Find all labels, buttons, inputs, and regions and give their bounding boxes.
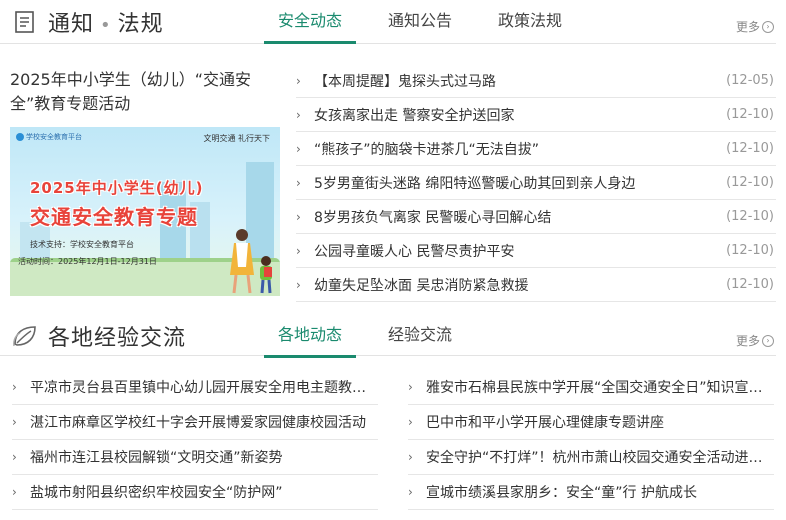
chevron-right-icon: › bbox=[12, 485, 17, 499]
document-icon bbox=[12, 9, 38, 35]
news-title: “熊孩子”的脑袋卡进茶几“无法自拔” bbox=[314, 141, 540, 158]
list-item[interactable]: › 幼童失足坠冰面 吴忠消防紧急救援 (12-10) bbox=[296, 268, 776, 302]
banner-headline-2: 交通安全教育专题 bbox=[30, 205, 198, 229]
chevron-right-icon: › bbox=[296, 243, 301, 258]
tab-experience-exchange[interactable]: 经验交流 bbox=[374, 324, 466, 358]
tab-policies[interactable]: 政策法规 bbox=[484, 10, 576, 44]
notice-title-wrap: 通知 • 法规 bbox=[12, 6, 164, 38]
feature-banner[interactable]: 学校安全教育平台 文明交通 礼行天下 2025年中小学生(幼儿) 交通安全教育专… bbox=[10, 127, 280, 296]
notice-title-b: 法规 bbox=[117, 12, 164, 37]
list-item[interactable]: › 8岁男孩负气离家 民警暖心寻回解心结 (12-10) bbox=[296, 200, 776, 234]
notice-title-a: 通知 bbox=[48, 12, 95, 37]
experience-title-text: 湛江市麻章区学校红十字会开展博爱家园健康校园活动 bbox=[30, 415, 366, 431]
chevron-right-icon: › bbox=[296, 141, 301, 156]
list-item[interactable]: › 湛江市麻章区学校红十字会开展博爱家园健康校园活动 bbox=[12, 405, 378, 440]
list-item[interactable]: › 5岁男童街头迷路 绵阳特巡警暖心助其回到亲人身边 (12-10) bbox=[296, 166, 776, 200]
chevron-right-icon: › bbox=[408, 485, 413, 499]
list-item[interactable]: › 雅安市石棉县民族中学开展“全国交通安全日”知识宣传活动 bbox=[408, 370, 774, 405]
experience-title-text: 平凉市灵台县百里镇中心幼儿园开展安全用电主题教育活动 bbox=[30, 380, 378, 396]
list-item[interactable]: › 【本周提醒】鬼探头式过马路 (12-05) bbox=[296, 64, 776, 98]
experience-section: 各地经验交流 各地动态 经验交流 更多 › › 平凉市灵台县百里镇中心幼儿园开展… bbox=[0, 314, 786, 520]
news-date: (12-05) bbox=[726, 73, 774, 88]
chevron-right-icon: › bbox=[12, 415, 17, 429]
list-item[interactable]: › 宣城市绩溪县家朋乡：安全“童”行 护航成长 bbox=[408, 475, 774, 510]
list-item[interactable]: › “熊孩子”的脑袋卡进茶几“无法自拔” (12-10) bbox=[296, 132, 776, 166]
notice-header: 通知 • 法规 安全动态 通知公告 政策法规 更多 › bbox=[0, 0, 776, 44]
news-title: 幼童失足坠冰面 吴忠消防紧急救援 bbox=[314, 277, 529, 294]
news-title: 公园寻童暖人心 民警尽责护平安 bbox=[314, 243, 515, 260]
experience-header: 各地经验交流 各地动态 经验交流 更多 › bbox=[0, 314, 776, 358]
chevron-right-icon: › bbox=[408, 415, 413, 429]
experience-title-text: 宣城市绩溪县家朋乡：安全“童”行 护航成长 bbox=[426, 485, 697, 501]
banner-headline-1: 2025年中小学生(幼儿) bbox=[30, 179, 204, 197]
news-date: (12-10) bbox=[726, 175, 774, 190]
news-list: › 【本周提醒】鬼探头式过马路 (12-05) › 女孩离家出走 警察安全护送回… bbox=[296, 64, 776, 302]
list-item[interactable]: › 平凉市灵台县百里镇中心幼儿园开展安全用电主题教育活动 bbox=[12, 370, 378, 405]
banner-period: 活动时间：2025年12月1日-12月31日 bbox=[18, 257, 157, 266]
feature-title[interactable]: 2025年中小学生（幼儿）“交通安全”教育专题活动 bbox=[10, 68, 280, 116]
news-date: (12-10) bbox=[726, 209, 774, 224]
experience-title-text: 雅安市石棉县民族中学开展“全国交通安全日”知识宣传活动 bbox=[426, 380, 774, 396]
experience-more-link[interactable]: 更多 › bbox=[736, 332, 774, 349]
experience-title: 各地经验交流 bbox=[48, 326, 187, 351]
tab-local-news[interactable]: 各地动态 bbox=[264, 324, 357, 358]
experience-list-left: › 平凉市灵台县百里镇中心幼儿园开展安全用电主题教育活动 › 湛江市麻章区学校红… bbox=[12, 370, 378, 510]
list-item[interactable]: › 盐城市射阳县织密织牢校园安全“防护网” bbox=[12, 475, 378, 510]
notice-title-sep: • bbox=[100, 15, 112, 36]
banner-slogan: 文明交通 礼行天下 bbox=[203, 134, 270, 143]
chevron-right-icon: › bbox=[408, 450, 413, 464]
chevron-right-circle-icon: › bbox=[762, 20, 774, 33]
news-date: (12-10) bbox=[726, 107, 774, 122]
news-title: 女孩离家出走 警察安全护送回家 bbox=[314, 107, 515, 124]
list-item[interactable]: › 公园寻童暖人心 民警尽责护平安 (12-10) bbox=[296, 234, 776, 268]
leaf-icon bbox=[12, 323, 38, 349]
chevron-right-icon: › bbox=[296, 107, 301, 122]
news-date: (12-10) bbox=[726, 141, 774, 156]
news-title: 5岁男童街头迷路 绵阳特巡警暖心助其回到亲人身边 bbox=[314, 175, 636, 192]
notice-more-link[interactable]: 更多 › bbox=[736, 18, 774, 35]
news-title: 【本周提醒】鬼探头式过马路 bbox=[314, 73, 496, 90]
banner-support: 技术支持：学校安全教育平台 bbox=[30, 240, 134, 249]
notice-tabs: 安全动态 通知公告 政策法规 bbox=[264, 10, 580, 44]
chevron-right-icon: › bbox=[296, 209, 301, 224]
news-title: 8岁男孩负气离家 民警暖心寻回解心结 bbox=[314, 209, 552, 226]
notice-more-label: 更多 bbox=[735, 20, 760, 34]
platform-logo-icon bbox=[16, 133, 24, 141]
news-date: (12-10) bbox=[726, 277, 774, 292]
banner-logo-text: 学校安全教育平台 bbox=[26, 133, 82, 141]
list-item[interactable]: › 巴中市和平小学开展心理健康专题讲座 bbox=[408, 405, 774, 440]
banner-logo: 学校安全教育平台 bbox=[16, 132, 82, 142]
tab-announcements[interactable]: 通知公告 bbox=[374, 10, 466, 44]
chevron-right-circle-icon: › bbox=[762, 334, 774, 347]
chevron-right-icon: › bbox=[296, 73, 301, 88]
list-item[interactable]: › 安全守护“不打烊”！杭州市萧山校园交通安全活动进行时 bbox=[408, 440, 774, 475]
notice-section: 通知 • 法规 安全动态 通知公告 政策法规 更多 › 2025年中小学生（幼儿）“… bbox=[0, 0, 786, 310]
experience-tabs: 各地动态 经验交流 bbox=[264, 324, 470, 358]
news-date: (12-10) bbox=[726, 243, 774, 258]
chevron-right-icon: › bbox=[12, 380, 17, 394]
chevron-right-icon: › bbox=[12, 450, 17, 464]
list-item[interactable]: › 女孩离家出走 警察安全护送回家 (12-10) bbox=[296, 98, 776, 132]
chevron-right-icon: › bbox=[296, 277, 301, 292]
chevron-right-icon: › bbox=[408, 380, 413, 394]
experience-title-text: 巴中市和平小学开展心理健康专题讲座 bbox=[426, 415, 664, 431]
experience-title-wrap: 各地经验交流 bbox=[12, 320, 186, 352]
tab-safety-news[interactable]: 安全动态 bbox=[264, 10, 357, 44]
experience-list-right: › 雅安市石棉县民族中学开展“全国交通安全日”知识宣传活动 › 巴中市和平小学开… bbox=[408, 370, 774, 510]
mother-child-illustration bbox=[230, 229, 272, 294]
experience-more-label: 更多 bbox=[735, 334, 760, 348]
experience-title-text: 盐城市射阳县织密织牢校园安全“防护网” bbox=[30, 485, 283, 501]
list-item[interactable]: › 福州市连江县校园解锁“文明交通”新姿势 bbox=[12, 440, 378, 475]
chevron-right-icon: › bbox=[296, 175, 301, 190]
notice-title: 通知 • 法规 bbox=[48, 6, 164, 38]
experience-title-text: 安全守护“不打烊”！杭州市萧山校园交通安全活动进行时 bbox=[426, 450, 774, 466]
experience-title-text: 福州市连江县校园解锁“文明交通”新姿势 bbox=[30, 450, 283, 466]
